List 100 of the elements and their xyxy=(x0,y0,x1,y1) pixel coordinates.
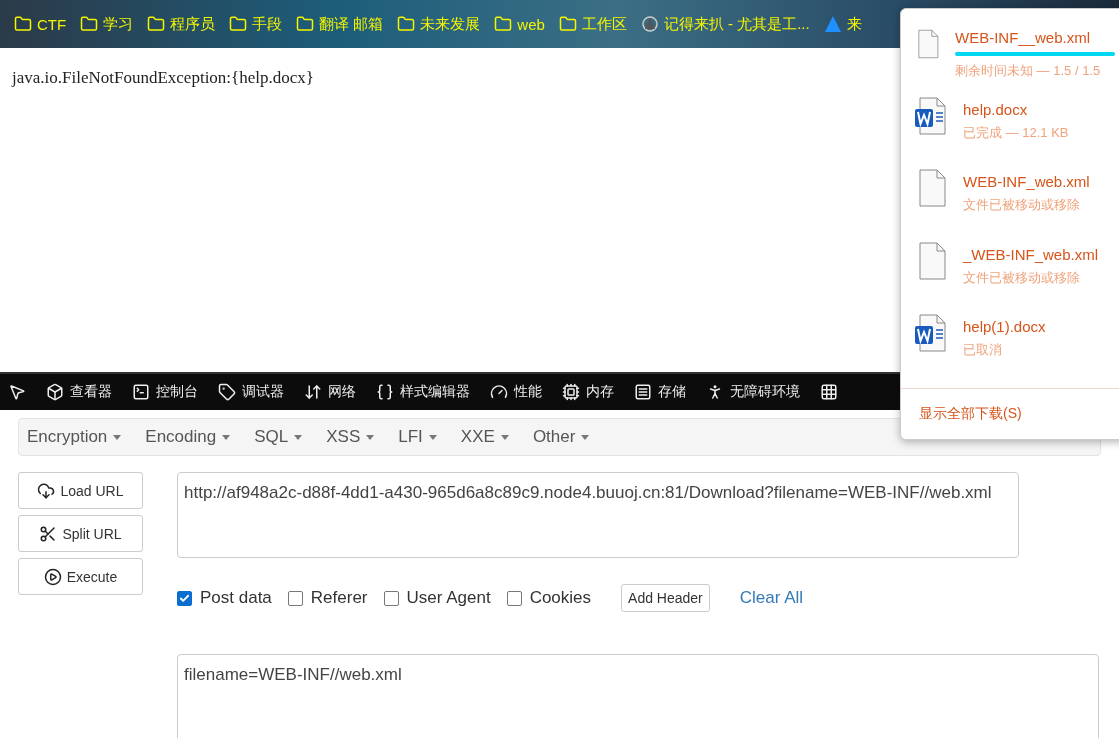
devtools-tab[interactable]: 查看器 xyxy=(46,383,112,401)
show-all-downloads-link[interactable]: 显示全部下载(S) xyxy=(901,389,1119,439)
caret-icon xyxy=(366,434,375,440)
tab-label: 无障碍环境 xyxy=(730,383,800,401)
compass-icon xyxy=(640,15,659,33)
tab-label: 样式编辑器 xyxy=(400,383,470,401)
checkbox[interactable] xyxy=(177,590,192,606)
checkbox[interactable] xyxy=(383,590,399,606)
menu-label: SQL xyxy=(254,427,289,447)
checkbox[interactable] xyxy=(506,590,522,606)
cloud-download-icon xyxy=(37,481,56,500)
menu-label: XSS xyxy=(326,427,361,447)
menu-label: XXE xyxy=(460,427,495,447)
bookmark-label: 学习 xyxy=(103,14,134,34)
grid-icon[interactable] xyxy=(820,383,838,401)
bookmark[interactable]: 未来发展 xyxy=(397,14,481,34)
devtools-tab[interactable]: 内存 xyxy=(562,383,614,401)
bookmark-label: web xyxy=(517,15,545,33)
option-checkbox[interactable]: User Agent xyxy=(383,588,491,608)
bookmark-label: 来 xyxy=(846,14,862,34)
folder-icon xyxy=(558,15,577,33)
devtools-tab[interactable]: 调试器 xyxy=(218,383,284,401)
download-item[interactable]: _WEB-INF_web.xml 文件已被移动或移除 xyxy=(901,241,1119,314)
download-item[interactable]: WEB-INF__web.xml 剩余时间未知 — 1.5 / 1.5 xyxy=(901,25,1119,98)
tag-icon xyxy=(218,383,236,401)
folder-icon xyxy=(296,15,315,33)
download-status: 已取消 xyxy=(963,340,1003,359)
clear-all-link[interactable]: Clear All xyxy=(739,588,804,608)
option-checkbox[interactable]: Post data xyxy=(177,588,272,608)
folder-icon xyxy=(494,15,513,33)
bookmark[interactable]: 来 xyxy=(823,14,862,34)
bookmark[interactable]: web xyxy=(494,15,545,33)
tab-label: 网络 xyxy=(328,383,356,401)
file-name: WEB-INF__web.xml xyxy=(955,29,1092,46)
bookmark-label: CTF xyxy=(37,15,67,33)
bookmark-label: 程序员 xyxy=(170,14,216,34)
bookmark[interactable]: 学习 xyxy=(80,14,134,34)
caret-icon xyxy=(113,434,122,440)
tab-label: 调试器 xyxy=(242,383,284,401)
devtools-tab[interactable]: 存储 xyxy=(634,383,686,401)
dropdown-menu[interactable]: Encoding xyxy=(145,427,231,447)
tab-label: 查看器 xyxy=(70,383,112,401)
devtools-tab[interactable]: 样式编辑器 xyxy=(376,383,470,401)
devtools-tab[interactable]: 性能 xyxy=(490,383,542,401)
download-item[interactable]: help(1).docx 已取消 xyxy=(901,313,1119,386)
play-icon xyxy=(43,567,62,586)
caret-icon xyxy=(581,434,590,440)
bookmark-label: 翻译 邮箱 xyxy=(319,14,384,34)
bookmark[interactable]: 翻译 邮箱 xyxy=(296,14,384,34)
dropdown-menu[interactable]: SQL xyxy=(254,427,303,447)
word-document-icon xyxy=(915,313,949,352)
download-status: 文件已被移动或移除 xyxy=(963,196,1081,215)
folder-icon xyxy=(14,15,32,33)
dropdown-menu[interactable]: XXE xyxy=(460,427,509,447)
element-picker-icon[interactable] xyxy=(8,383,26,401)
action-button[interactable]: Split URL xyxy=(18,515,143,552)
caret-icon xyxy=(500,434,509,440)
download-status: 文件已被移动或移除 xyxy=(963,268,1081,287)
checkbox[interactable] xyxy=(287,590,303,606)
tab-label: 内存 xyxy=(586,383,614,401)
bookmark[interactable]: 手段 xyxy=(229,14,283,34)
error-message: java.io.FileNotFoundException:{help.docx} xyxy=(12,68,314,88)
action-button[interactable]: Load URL xyxy=(18,472,143,509)
action-button[interactable]: Execute xyxy=(18,558,143,595)
download-item[interactable]: help.docx 已完成 — 12.1 KB xyxy=(901,97,1119,170)
arrows-icon xyxy=(304,383,322,401)
devtools-tab[interactable]: 无障碍环境 xyxy=(706,383,800,401)
dropdown-menu[interactable]: XSS xyxy=(326,427,375,447)
url-field[interactable]: http://af948a2c-d88f-4dd1-a430-965d6a8c89c9.node4.buuoj.cn:81/Download?filename=WEB-INF//web.xml xyxy=(177,472,1019,558)
bookmark[interactable]: CTF xyxy=(14,15,67,33)
add-header-button[interactable]: Add Header xyxy=(621,584,710,612)
menu-label: Other xyxy=(532,427,576,447)
dropdown-menu[interactable]: LFI xyxy=(398,427,437,447)
scissors-icon xyxy=(39,524,58,543)
devtools-tab[interactable]: 网络 xyxy=(304,383,356,401)
bookmark[interactable]: 程序员 xyxy=(147,14,216,34)
file-name: help(1).docx xyxy=(963,317,1046,335)
console-icon xyxy=(132,383,150,401)
post-data-field[interactable]: filename=WEB-INF//web.xml xyxy=(177,654,1099,738)
bookmark-label: 工作区 xyxy=(581,14,627,34)
menu-label: Encoding xyxy=(145,427,217,447)
dropdown-menu[interactable]: Other xyxy=(532,427,590,447)
bookmark[interactable]: 工作区 xyxy=(558,14,627,34)
option-checkbox[interactable]: Cookies xyxy=(506,588,592,608)
menu-label: LFI xyxy=(398,427,423,447)
tab-label: 控制台 xyxy=(156,383,198,401)
download-item[interactable]: WEB-INF_web.xml 文件已被移动或移除 xyxy=(901,169,1119,242)
frame-icon xyxy=(46,383,64,401)
storage-icon xyxy=(634,383,652,401)
tab-label: 性能 xyxy=(514,383,542,401)
folder-icon xyxy=(147,15,166,33)
bookmark-label: 手段 xyxy=(252,14,283,34)
caret-icon xyxy=(294,434,303,440)
gauge-icon xyxy=(490,383,508,401)
caret-icon xyxy=(222,434,231,440)
devtools-tab[interactable]: 控制台 xyxy=(132,383,198,401)
triangle-logo-icon xyxy=(823,15,842,33)
download-status: 已完成 — 12.1 KB xyxy=(963,124,1069,143)
file-name: _WEB-INF_web.xml xyxy=(963,245,1099,263)
option-checkbox[interactable]: Referer xyxy=(287,588,368,608)
